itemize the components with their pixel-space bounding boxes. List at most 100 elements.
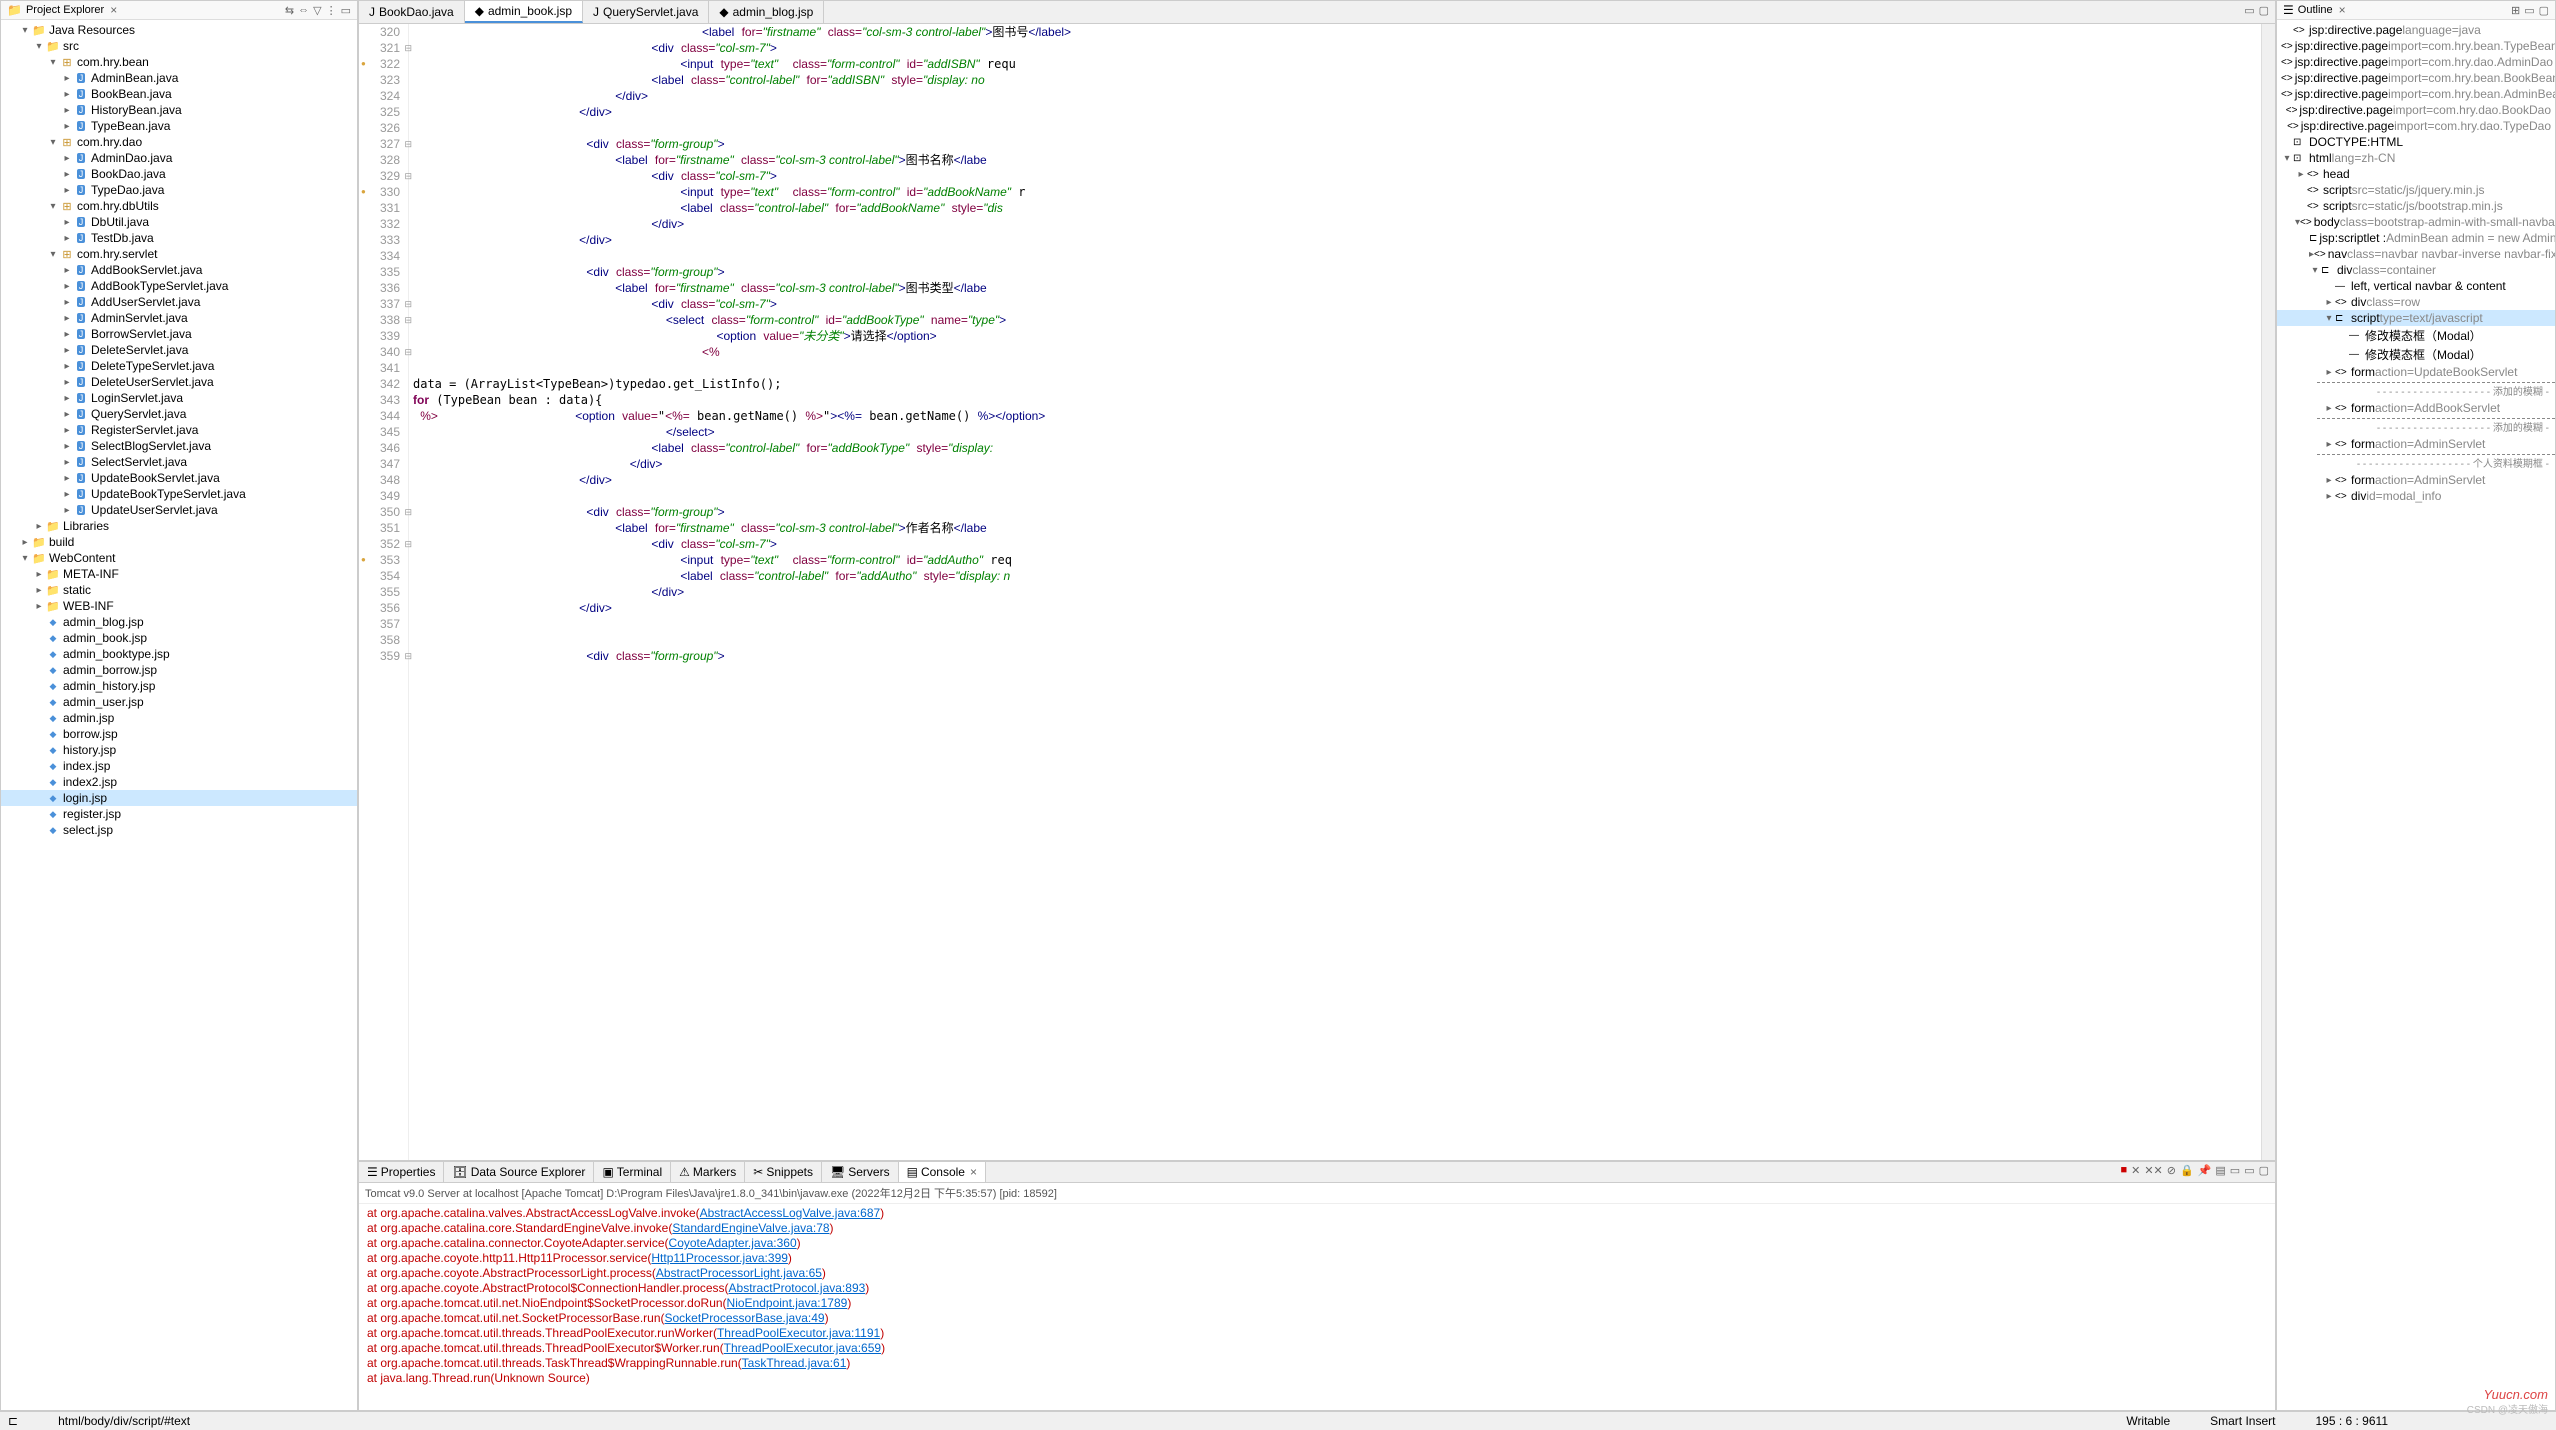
- outline-item[interactable]: —修改模态框（Modal）: [2277, 326, 2555, 345]
- tree-item[interactable]: history.jsp: [1, 742, 357, 758]
- outline-item[interactable]: ▸<>div id=modal_info: [2277, 488, 2555, 504]
- tree-item[interactable]: login.jsp: [1, 790, 357, 806]
- vertical-scrollbar[interactable]: [2261, 24, 2275, 1160]
- outline-item[interactable]: ▸<>form action=AddBookServlet: [2277, 400, 2555, 416]
- outline-item[interactable]: ▾⊏div class=container: [2277, 262, 2555, 278]
- editor-tabs[interactable]: JBookDao.java◆admin_book.jspJQueryServle…: [359, 1, 2275, 24]
- outline-item[interactable]: <>jsp:directive.page import=com.hry.bean…: [2277, 86, 2555, 102]
- tree-item[interactable]: admin_history.jsp: [1, 678, 357, 694]
- tree-item[interactable]: ▸DbUtil.java: [1, 214, 357, 230]
- bottom-tabs[interactable]: ☰Properties🗄Data Source Explorer▣Termina…: [359, 1162, 2275, 1183]
- tree-item[interactable]: ▸📁META-INF: [1, 566, 357, 582]
- bottom-tab[interactable]: ⚠Markers: [671, 1162, 745, 1182]
- minimize-icon[interactable]: ▭: [341, 4, 351, 17]
- editor-tab[interactable]: ◆admin_book.jsp: [465, 1, 583, 23]
- maximize-icon[interactable]: ▢: [2259, 4, 2269, 20]
- tree-item[interactable]: ▾com.hry.bean: [1, 54, 357, 70]
- bottom-tab[interactable]: ✂Snippets: [745, 1162, 822, 1182]
- link-icon[interactable]: ⇔: [298, 4, 309, 17]
- tree-item[interactable]: ▸LoginServlet.java: [1, 390, 357, 406]
- tree-item[interactable]: ▾📁Java Resources: [1, 22, 357, 38]
- tree-item[interactable]: register.jsp: [1, 806, 357, 822]
- tree-item[interactable]: ▸AdminBean.java: [1, 70, 357, 86]
- sort-icon[interactable]: ⊞: [2511, 4, 2520, 17]
- tree-item[interactable]: ▸SelectServlet.java: [1, 454, 357, 470]
- tree-item[interactable]: ▸HistoryBean.java: [1, 102, 357, 118]
- clear-icon[interactable]: ⊘: [2167, 1164, 2176, 1180]
- tree-item[interactable]: ▸BorrowServlet.java: [1, 326, 357, 342]
- outline-item[interactable]: ▸<>head: [2277, 166, 2555, 182]
- outline-item[interactable]: ▾⊡html lang=zh-CN: [2277, 150, 2555, 166]
- tree-item[interactable]: ▸DeleteServlet.java: [1, 342, 357, 358]
- menu-icon[interactable]: ⋮: [326, 4, 337, 17]
- outline-item[interactable]: —修改模态框（Modal）: [2277, 345, 2555, 364]
- remove-all-icon[interactable]: ✕✕: [2144, 1164, 2162, 1180]
- tree-item[interactable]: ▸📁WEB-INF: [1, 598, 357, 614]
- outline-item[interactable]: ▾<>body class=bootstrap-admin-with-small…: [2277, 214, 2555, 230]
- tree-item[interactable]: ▸📁build: [1, 534, 357, 550]
- outline-item[interactable]: <>jsp:directive.page import=com.hry.bean…: [2277, 38, 2555, 54]
- tree-item[interactable]: ▸UpdateBookServlet.java: [1, 470, 357, 486]
- outline-item[interactable]: ⊡DOCTYPE:HTML: [2277, 134, 2555, 150]
- tree-item[interactable]: ▸UpdateUserServlet.java: [1, 502, 357, 518]
- tree-item[interactable]: ▾📁src: [1, 38, 357, 54]
- outline-item[interactable]: ⊏jsp:scriptlet : AdminBean admin = new A…: [2277, 230, 2555, 246]
- outline-item[interactable]: <>jsp:directive.page language=java: [2277, 22, 2555, 38]
- outline-item[interactable]: —left, vertical navbar & content: [2277, 278, 2555, 294]
- bottom-tab[interactable]: ▤Console×: [899, 1162, 986, 1182]
- outline-item[interactable]: <>jsp:directive.page import=com.hry.bean…: [2277, 70, 2555, 86]
- tree-item[interactable]: ▾com.hry.servlet: [1, 246, 357, 262]
- bottom-tab[interactable]: ☰Properties: [359, 1162, 444, 1182]
- close-icon[interactable]: ×: [110, 3, 117, 17]
- tree-item[interactable]: ▸AddBookTypeServlet.java: [1, 278, 357, 294]
- tree-item[interactable]: ▸QueryServlet.java: [1, 406, 357, 422]
- outline-item[interactable]: <>jsp:directive.page import=com.hry.dao.…: [2277, 54, 2555, 70]
- tree-item[interactable]: ▸AdminServlet.java: [1, 310, 357, 326]
- tree-item[interactable]: admin_blog.jsp: [1, 614, 357, 630]
- tree-item[interactable]: ▸TestDb.java: [1, 230, 357, 246]
- filter-icon[interactable]: ▽: [313, 4, 321, 17]
- outline-item[interactable]: <>script src=static/js/bootstrap.min.js: [2277, 198, 2555, 214]
- terminate-icon[interactable]: ■: [2120, 1164, 2127, 1180]
- remove-icon[interactable]: ✕: [2131, 1164, 2140, 1180]
- outline-item[interactable]: ▸<>form action=AdminServlet: [2277, 472, 2555, 488]
- tree-item[interactable]: ▸UpdateBookTypeServlet.java: [1, 486, 357, 502]
- maximize-icon[interactable]: ▢: [2539, 4, 2549, 17]
- maximize-icon[interactable]: ▢: [2259, 1164, 2269, 1180]
- tree-item[interactable]: ▸TypeBean.java: [1, 118, 357, 134]
- minimize2-icon[interactable]: ▭: [2244, 1164, 2254, 1180]
- outline-item[interactable]: ▸<>nav class=navbar navbar-inverse navba…: [2277, 246, 2555, 262]
- tree-item[interactable]: ▾com.hry.dbUtils: [1, 198, 357, 214]
- tree-item[interactable]: select.jsp: [1, 822, 357, 838]
- editor-tab[interactable]: JQueryServlet.java: [583, 1, 709, 23]
- console-body[interactable]: at org.apache.catalina.valves.AbstractAc…: [359, 1204, 2275, 1410]
- outline-item[interactable]: <>script src=static/js/jquery.min.js: [2277, 182, 2555, 198]
- pin-icon[interactable]: 📌: [2198, 1164, 2212, 1180]
- tree-item[interactable]: ▸AddBookServlet.java: [1, 262, 357, 278]
- open-console-icon[interactable]: ▭: [2230, 1164, 2240, 1180]
- code-area[interactable]: <label for="firstname" class="col-sm-3 c…: [409, 24, 2261, 1160]
- outline-item[interactable]: ▸<>form action=AdminServlet: [2277, 436, 2555, 452]
- outline-item[interactable]: ▸<>form action=UpdateBookServlet: [2277, 364, 2555, 380]
- outline-item[interactable]: ▾⊏script type=text/javascript: [2277, 310, 2555, 326]
- outline-tree[interactable]: <>jsp:directive.page language=java<>jsp:…: [2277, 20, 2555, 1410]
- minimize-icon[interactable]: ▭: [2244, 4, 2254, 20]
- tree-item[interactable]: ▸DeleteTypeServlet.java: [1, 358, 357, 374]
- tree-item[interactable]: ▸TypeDao.java: [1, 182, 357, 198]
- tree-item[interactable]: index.jsp: [1, 758, 357, 774]
- tree-item[interactable]: ▾📁WebContent: [1, 550, 357, 566]
- tree-item[interactable]: ▸📁static: [1, 582, 357, 598]
- tree-item[interactable]: admin_borrow.jsp: [1, 662, 357, 678]
- close-icon[interactable]: ×: [2339, 3, 2346, 17]
- scroll-lock-icon[interactable]: 🔒: [2180, 1164, 2194, 1180]
- collapse-icon[interactable]: ⇆: [285, 4, 294, 17]
- tree-item[interactable]: ▸AddUserServlet.java: [1, 294, 357, 310]
- minimize-icon[interactable]: ▭: [2524, 4, 2534, 17]
- outline-item[interactable]: <>jsp:directive.page import=com.hry.dao.…: [2277, 102, 2555, 118]
- tree-item[interactable]: ▸SelectBlogServlet.java: [1, 438, 357, 454]
- tree-item[interactable]: index2.jsp: [1, 774, 357, 790]
- tree-item[interactable]: admin.jsp: [1, 710, 357, 726]
- tree-item[interactable]: ▾com.hry.dao: [1, 134, 357, 150]
- outline-item[interactable]: <>jsp:directive.page import=com.hry.dao.…: [2277, 118, 2555, 134]
- bottom-tab[interactable]: 🗄Data Source Explorer: [444, 1162, 594, 1182]
